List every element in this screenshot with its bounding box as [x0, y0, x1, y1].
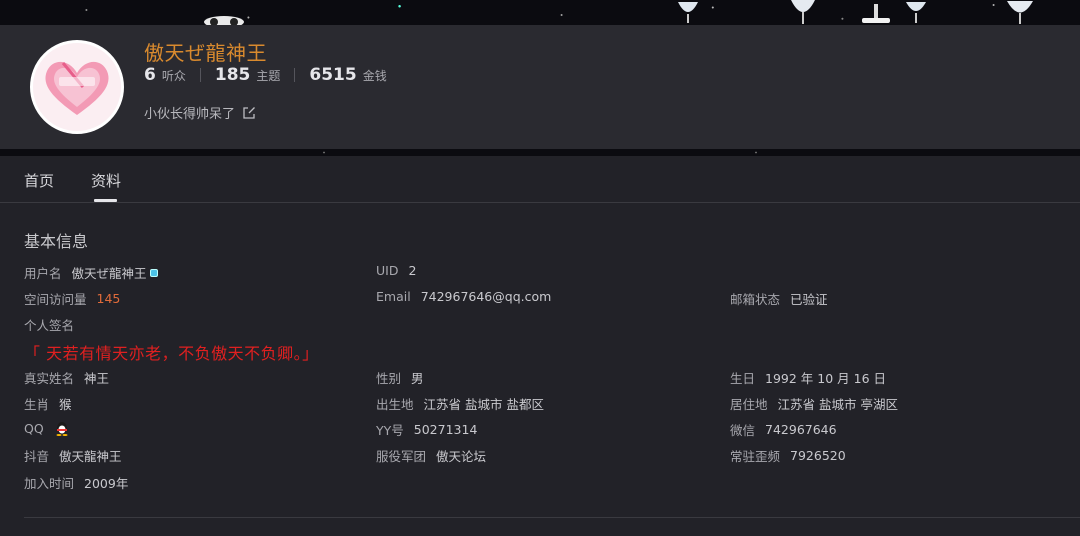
field-frequency: 常驻歪频 7926520 — [730, 446, 846, 465]
field-yy: YY号 50271314 — [376, 420, 477, 439]
field-label: 服役军团 — [376, 449, 427, 464]
field-value: 1992 年 10 月 16 日 — [765, 371, 887, 386]
verified-badge-icon — [149, 268, 158, 277]
avatar[interactable] — [30, 40, 124, 134]
signature-quote: 「 天若有情天亦老，不负傲天不负卿。」 — [24, 344, 319, 363]
stat-divider — [199, 68, 201, 82]
field-residence: 居住地 江苏省 盐城市 亭湖区 — [730, 394, 898, 413]
topics-count[interactable]: 185 — [215, 65, 251, 85]
field-visits: 空间访问量 145 — [24, 289, 120, 308]
field-label: 加入时间 — [24, 476, 75, 491]
field-wechat: 微信 742967646 — [730, 420, 837, 439]
field-value: 742967646 — [765, 422, 837, 437]
field-qq: QQ — [24, 420, 70, 436]
field-label: YY号 — [376, 423, 404, 438]
signature-text: 小伙长得帅呆了 — [144, 107, 236, 122]
stat-divider — [294, 68, 296, 82]
field-value: 145 — [96, 291, 121, 306]
signature-row: 小伙长得帅呆了 — [144, 103, 256, 122]
satellite-dish-icon — [678, 2, 698, 23]
satellite-dish-icon — [906, 2, 926, 23]
field-join-time: 加入时间 2009年 — [24, 473, 128, 492]
profile-header: 傲天ぜ龍神王 6 听众 185 主题 6515 金钱 小伙长得帅呆了 — [0, 25, 1080, 149]
field-value: 傲天龍神王 — [59, 449, 122, 464]
field-gender: 性别 男 — [376, 368, 424, 387]
field-realname: 真实姓名 神王 — [24, 368, 109, 387]
topics-label[interactable]: 主题 — [256, 67, 280, 84]
field-label: 生日 — [730, 371, 756, 386]
field-value: 江苏省 盐城市 亭湖区 — [777, 397, 898, 412]
profile-banner — [0, 0, 1080, 25]
field-label: 用户名 — [24, 266, 62, 281]
field-value: 江苏省 盐城市 盐都区 — [423, 397, 544, 412]
field-value: 男 — [411, 371, 424, 386]
field-label: 微信 — [730, 423, 756, 438]
field-email-status: 邮箱状态 已验证 — [730, 289, 828, 308]
divider — [24, 517, 1080, 518]
field-username: 用户名 傲天ぜ龍神王 — [24, 263, 158, 282]
tab-home[interactable]: 首页 — [24, 170, 54, 191]
banner-strip — [0, 149, 1080, 156]
field-uid: UID 2 — [376, 263, 416, 278]
satellite-dish-icon — [1007, 1, 1033, 24]
field-label: Email — [376, 289, 411, 304]
field-label: 性别 — [376, 371, 402, 386]
field-label: 真实姓名 — [24, 371, 75, 386]
active-tab-indicator — [94, 199, 117, 202]
section-title: 基本信息 — [24, 232, 89, 251]
profile-stats: 6 听众 185 主题 6515 金钱 — [144, 65, 387, 85]
satellite-dish-icon — [204, 16, 244, 25]
qq-penguin-icon[interactable] — [54, 420, 70, 436]
satellite-dish-icon — [791, 0, 815, 24]
field-value: 2009年 — [84, 476, 129, 491]
field-label: UID — [376, 263, 399, 278]
profile-tabs: 首页 资料 — [0, 156, 1080, 203]
field-value: 2 — [408, 263, 417, 278]
field-value: 傲天论坛 — [436, 449, 487, 464]
field-sign: 个人签名 — [24, 315, 74, 334]
field-value: 742967646@qq.com — [420, 289, 552, 304]
field-zodiac: 生肖 猴 — [24, 394, 72, 413]
field-birthday: 生日 1992 年 10 月 16 日 — [730, 368, 886, 387]
followers-label[interactable]: 听众 — [162, 67, 186, 84]
field-label: 邮箱状态 — [730, 292, 781, 307]
field-birthplace: 出生地 江苏省 盐城市 盐都区 — [376, 394, 544, 413]
field-legion: 服役军团 傲天论坛 — [376, 446, 486, 465]
field-label: QQ — [24, 420, 44, 436]
username: 傲天ぜ龍神王 — [144, 41, 267, 65]
field-value: 已验证 — [790, 292, 828, 307]
field-label: 常驻歪频 — [730, 449, 781, 464]
money-count: 6515 — [309, 65, 357, 85]
field-value: 神王 — [84, 371, 110, 386]
satellite-dish-icon — [862, 4, 890, 23]
heart-avatar-icon — [33, 43, 121, 131]
field-label: 空间访问量 — [24, 292, 87, 307]
field-value: 傲天ぜ龍神王 — [71, 266, 147, 281]
edit-icon[interactable] — [242, 106, 256, 120]
tab-profile[interactable]: 资料 — [91, 170, 121, 191]
field-label: 个人签名 — [24, 318, 75, 333]
field-douyin: 抖音 傲天龍神王 — [24, 446, 122, 465]
field-email: Email 742967646@qq.com — [376, 289, 551, 304]
field-value: 7926520 — [790, 448, 846, 463]
field-label: 居住地 — [730, 397, 768, 412]
money-label: 金钱 — [362, 69, 387, 83]
field-value: 猴 — [59, 397, 72, 412]
field-value: 50271314 — [413, 422, 478, 437]
field-label: 出生地 — [376, 397, 414, 412]
field-label: 生肖 — [24, 397, 50, 412]
followers-count[interactable]: 6 — [144, 65, 156, 85]
field-label: 抖音 — [24, 449, 50, 464]
